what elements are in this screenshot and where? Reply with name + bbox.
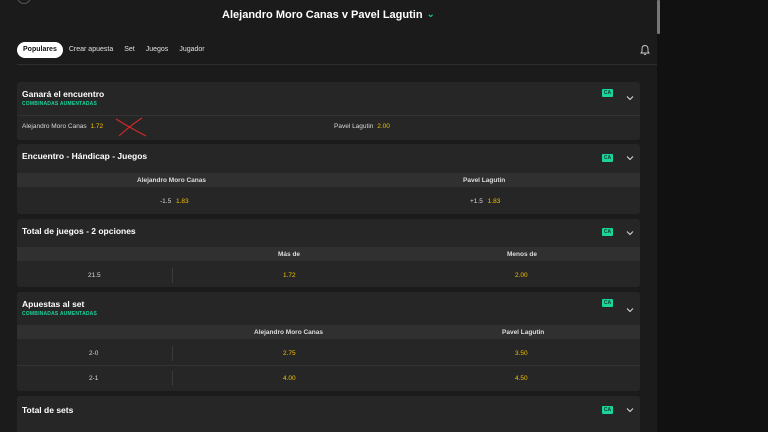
tab-populares[interactable]: Populares: [17, 42, 63, 58]
market-row: 2-0 2.75 3.50: [17, 343, 640, 364]
column-label: Más de: [278, 251, 301, 258]
market-title: Total de juegos - 2 opciones: [22, 226, 136, 236]
odds-value: 2.00: [377, 123, 390, 130]
column-label: Pavel Lagutin: [502, 329, 545, 336]
outcome-p2[interactable]: +1.5 1.83: [470, 198, 500, 205]
ca-badge: CA: [602, 154, 613, 162]
bell-icon[interactable]: [639, 44, 651, 56]
row-divider: [17, 365, 640, 366]
match-selector[interactable]: Alejandro Moro Canas v Pavel Lagutin ⌄: [0, 9, 657, 21]
market-header[interactable]: Apuestas al set COMBINADAS AUMENTADAS CA: [17, 292, 640, 318]
ca-badge: CA: [602, 228, 613, 236]
player-name: Pavel Lagutin: [334, 123, 374, 130]
market-title: Encuentro - Hándicap - Juegos: [22, 151, 148, 161]
handicap-line: -1.5: [160, 198, 172, 205]
chevron-down-icon[interactable]: [625, 228, 635, 238]
market-header[interactable]: Ganará el encuentro COMBINADAS AUMENTADA…: [17, 82, 640, 108]
column-label: Alejandro Moro Canas: [254, 329, 323, 336]
market-title: Total de sets: [22, 405, 74, 415]
match-title: Alejandro Moro Canas v Pavel Lagutin: [222, 9, 423, 21]
ca-badge: CA: [602, 299, 613, 307]
column-label: Menos de: [507, 251, 537, 258]
column-label: Pavel Lagutin: [463, 177, 506, 184]
chevron-down-icon[interactable]: [625, 305, 635, 315]
market-row: 2-1 4.00 4.50: [17, 368, 640, 389]
market-header[interactable]: Total de sets CA: [17, 396, 640, 422]
odds-p2[interactable]: 3.50: [515, 350, 528, 357]
column-label: Alejandro Moro Canas: [137, 177, 206, 184]
market-row: -1.5 1.83 +1.5 1.83: [17, 192, 640, 213]
odds-under[interactable]: 2.00: [515, 272, 528, 279]
market-total-games: Total de juegos - 2 opciones CA Más de M…: [17, 219, 640, 287]
odds-p2[interactable]: 4.50: [515, 375, 528, 382]
odds-over[interactable]: 1.72: [283, 272, 296, 279]
outcome-p1[interactable]: -1.5 1.83: [160, 198, 189, 205]
outcome-p2[interactable]: Pavel Lagutin 2.00: [334, 123, 390, 130]
market-total-sets: Total de sets CA: [17, 396, 640, 432]
tab-juegos[interactable]: Juegos: [141, 42, 174, 58]
market-handicap: Encuentro - Hándicap - Juegos CA Alejand…: [17, 144, 640, 214]
column-divider: [172, 268, 173, 283]
column-header: Alejandro Moro Canas Pavel Lagutin: [17, 173, 640, 187]
nav-divider: [17, 64, 657, 65]
column-header: Más de Menos de: [17, 247, 640, 261]
chevron-down-icon[interactable]: [625, 153, 635, 163]
tab-jugador[interactable]: Jugador: [174, 42, 209, 58]
scrollbar-thumb[interactable]: [657, 0, 660, 34]
market-winner: Ganará el encuentro COMBINADAS AUMENTADA…: [17, 82, 640, 140]
chevron-down-icon[interactable]: [625, 93, 635, 103]
chevron-down-icon[interactable]: [625, 405, 635, 415]
market-subtitle: COMBINADAS AUMENTADAS: [22, 101, 98, 107]
market-row: 21.5 1.72 2.00: [17, 265, 640, 286]
market-title: Ganará el encuentro: [22, 89, 105, 99]
player-name: Alejandro Moro Canas: [22, 123, 87, 130]
column-header: Alejandro Moro Canas Pavel Lagutin: [17, 325, 640, 339]
cross-mark-icon: [115, 117, 147, 137]
handicap-line: +1.5: [470, 198, 483, 205]
market-title: Apuestas al set: [22, 299, 85, 309]
set-score: 2-1: [89, 375, 99, 382]
tab-set[interactable]: Set: [119, 42, 140, 58]
top-bar: Alejandro Moro Canas v Pavel Lagutin ⌄: [0, 0, 657, 34]
odds-p1[interactable]: 2.75: [283, 350, 296, 357]
back-icon[interactable]: [17, 0, 31, 4]
betting-page: Alejandro Moro Canas v Pavel Lagutin ⌄ Po…: [0, 0, 768, 432]
total-line: 21.5: [88, 272, 101, 279]
odds-value: 1.83: [176, 198, 189, 205]
ca-badge: CA: [602, 406, 613, 414]
row-divider: [17, 115, 640, 116]
market-header[interactable]: Total de juegos - 2 opciones CA: [17, 219, 640, 245]
column-divider: [172, 346, 173, 361]
odds-value: 1.72: [90, 123, 104, 130]
market-header[interactable]: Encuentro - Hándicap - Juegos CA: [17, 144, 640, 170]
tab-crear-apuesta[interactable]: Crear apuesta: [64, 42, 118, 58]
outcome-p1[interactable]: Alejandro Moro Canas 1.72: [22, 123, 103, 130]
column-divider: [172, 371, 173, 386]
market-tabs: Populares Crear apuesta Set Juegos Jugad…: [17, 42, 211, 58]
odds-value: 1.83: [487, 198, 501, 205]
set-score: 2-0: [89, 350, 99, 357]
market-row: Alejandro Moro Canas 1.72 Pavel Lagutin …: [17, 117, 640, 138]
scrollbar-track[interactable]: [657, 0, 768, 432]
chevron-down-icon: ⌄: [426, 9, 435, 20]
odds-p1[interactable]: 4.00: [283, 375, 296, 382]
ca-badge: CA: [602, 89, 613, 97]
market-set-betting: Apuestas al set COMBINADAS AUMENTADAS CA…: [17, 292, 640, 391]
market-subtitle: COMBINADAS AUMENTADAS: [22, 311, 98, 317]
